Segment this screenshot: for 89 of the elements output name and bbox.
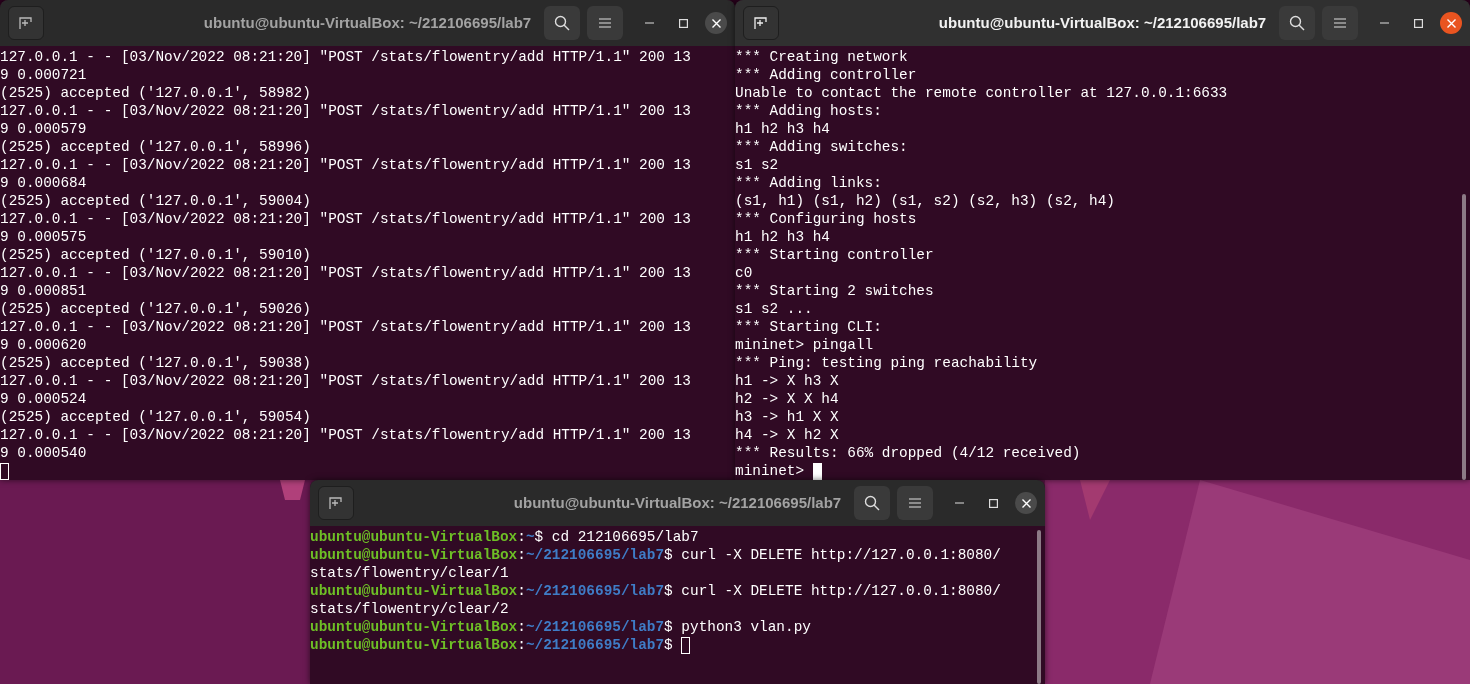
terminal-line: h3 -> h1 X X bbox=[735, 408, 839, 426]
terminal-line: Unable to contact the remote controller at 127.0.0.1:6633 bbox=[735, 84, 1228, 102]
new-tab-button[interactable] bbox=[8, 6, 44, 40]
terminal-line: *** Adding links: bbox=[735, 174, 882, 192]
terminal-line: *** Results: 66% dropped (4/12 received) bbox=[735, 444, 1081, 462]
terminal-line: (s1, h1) (s1, h2) (s1, s2) (s2, h3) (s2, h4) bbox=[735, 192, 1115, 210]
minimize-icon bbox=[644, 22, 654, 24]
terminal-line: 9 0.000575 bbox=[0, 228, 87, 246]
terminal-line: 127.0.0.1 - - [03/Nov/2022 08:21:20] "POST /stats/flowentry/add HTTP/1.1" 200 13 bbox=[0, 264, 691, 282]
terminal-line: (2525) accepted ('127.0.0.1', 59010) bbox=[0, 246, 311, 264]
prompt-line: ubuntu@ubuntu-VirtualBox:~/212106695/lab7$ curl -X DELETE http://127.0.0.1:8080/ bbox=[310, 546, 1001, 564]
maximize-icon bbox=[1413, 18, 1423, 28]
search-icon bbox=[1289, 15, 1305, 31]
terminal-line: *** Starting 2 switches bbox=[735, 282, 934, 300]
terminal-line: c0 bbox=[735, 264, 753, 282]
maximize-icon bbox=[988, 498, 998, 508]
terminal-line: h1 h2 h3 h4 bbox=[735, 228, 830, 246]
menu-button[interactable] bbox=[587, 6, 623, 40]
terminal-line: *** Adding controller bbox=[735, 66, 917, 84]
terminal-line: (2525) accepted ('127.0.0.1', 58996) bbox=[0, 138, 311, 156]
prompt-line: ubuntu@ubuntu-VirtualBox:~/212106695/lab7$ bbox=[310, 636, 674, 654]
window-title: ubuntu@ubuntu-VirtualBox: ~/212106695/lab7 bbox=[203, 13, 532, 33]
menu-button[interactable] bbox=[897, 486, 933, 520]
window-title: ubuntu@ubuntu-VirtualBox: ~/212106695/lab7 bbox=[513, 493, 842, 513]
minimize-icon bbox=[954, 502, 964, 504]
terminal-line: 127.0.0.1 - - [03/Nov/2022 08:21:20] "POST /stats/flowentry/add HTTP/1.1" 200 13 bbox=[0, 48, 691, 66]
prompt-line: ubuntu@ubuntu-VirtualBox:~/212106695/lab7$ curl -X DELETE http://127.0.0.1:8080/ bbox=[310, 582, 1001, 600]
close-icon bbox=[711, 18, 721, 28]
scrollbar[interactable] bbox=[1037, 530, 1041, 684]
minimize-icon bbox=[1379, 22, 1389, 24]
terminal-line: 9 0.000851 bbox=[0, 282, 87, 300]
menu-button[interactable] bbox=[1322, 6, 1358, 40]
new-tab-icon bbox=[19, 16, 33, 30]
terminal-line: s1 s2 bbox=[735, 156, 779, 174]
terminal-line: 127.0.0.1 - - [03/Nov/2022 08:21:20] "POST /stats/flowentry/add HTTP/1.1" 200 13 bbox=[0, 372, 691, 390]
window-title: ubuntu@ubuntu-VirtualBox: ~/212106695/lab7 bbox=[938, 13, 1267, 33]
terminal-line: *** Starting CLI: bbox=[735, 318, 882, 336]
terminal-line: 9 0.000524 bbox=[0, 390, 87, 408]
terminal-line: *** Adding switches: bbox=[735, 138, 908, 156]
close-icon bbox=[1021, 498, 1031, 508]
terminal-line: 9 0.000620 bbox=[0, 336, 87, 354]
terminal-line: mininet> bbox=[735, 462, 806, 480]
close-icon bbox=[1446, 18, 1456, 28]
search-icon bbox=[864, 495, 880, 511]
close-button[interactable] bbox=[1440, 12, 1462, 34]
terminal-line: (2525) accepted ('127.0.0.1', 59038) bbox=[0, 354, 311, 372]
terminal-line: 127.0.0.1 - - [03/Nov/2022 08:21:20] "POST /stats/flowentry/add HTTP/1.1" 200 13 bbox=[0, 210, 691, 228]
terminal-line: 9 0.000579 bbox=[0, 120, 87, 138]
search-button[interactable] bbox=[854, 486, 890, 520]
terminal-line: stats/flowentry/clear/2 bbox=[310, 600, 509, 618]
terminal-line: (2525) accepted ('127.0.0.1', 59026) bbox=[0, 300, 311, 318]
close-button[interactable] bbox=[705, 12, 727, 34]
menu-icon bbox=[599, 18, 611, 28]
new-tab-icon bbox=[329, 496, 343, 510]
search-button[interactable] bbox=[1279, 6, 1315, 40]
terminal-line: 9 0.000540 bbox=[0, 444, 87, 462]
menu-icon bbox=[909, 498, 921, 508]
terminal-line: 127.0.0.1 - - [03/Nov/2022 08:21:20] "POST /stats/flowentry/add HTTP/1.1" 200 13 bbox=[0, 318, 691, 336]
terminal-line: s1 s2 ... bbox=[735, 300, 813, 318]
terminal-line: stats/flowentry/clear/1 bbox=[310, 564, 509, 582]
terminal-line: h2 -> X X h4 bbox=[735, 390, 839, 408]
terminal-line: (2525) accepted ('127.0.0.1', 59054) bbox=[0, 408, 311, 426]
prompt-line: ubuntu@ubuntu-VirtualBox:~$ cd 212106695/lab7 bbox=[310, 528, 699, 546]
terminal-line: *** Starting controller bbox=[735, 246, 934, 264]
terminal-line: (2525) accepted ('127.0.0.1', 58982) bbox=[0, 84, 311, 102]
terminal-line: *** Configuring hosts bbox=[735, 210, 917, 228]
terminal-line: *** Creating network bbox=[735, 48, 908, 66]
terminal-line: h1 -> X h3 X bbox=[735, 372, 839, 390]
terminal-line: 127.0.0.1 - - [03/Nov/2022 08:21:20] "POST /stats/flowentry/add HTTP/1.1" 200 13 bbox=[0, 156, 691, 174]
maximize-icon bbox=[678, 18, 688, 28]
terminal-line: 9 0.000721 bbox=[0, 66, 87, 84]
new-tab-icon bbox=[754, 16, 768, 30]
terminal-line: h4 -> X h2 X bbox=[735, 426, 839, 444]
terminal-line: 127.0.0.1 - - [03/Nov/2022 08:21:20] "POST /stats/flowentry/add HTTP/1.1" 200 13 bbox=[0, 426, 691, 444]
new-tab-button[interactable] bbox=[743, 6, 779, 40]
search-button[interactable] bbox=[544, 6, 580, 40]
terminal-line: (2525) accepted ('127.0.0.1', 59004) bbox=[0, 192, 311, 210]
new-tab-button[interactable] bbox=[318, 486, 354, 520]
search-icon bbox=[554, 15, 570, 31]
terminal-line: 127.0.0.1 - - [03/Nov/2022 08:21:20] "POST /stats/flowentry/add HTTP/1.1" 200 13 bbox=[0, 102, 691, 120]
close-button[interactable] bbox=[1015, 492, 1037, 514]
terminal-line: 9 0.000684 bbox=[0, 174, 87, 192]
prompt-line: ubuntu@ubuntu-VirtualBox:~/212106695/lab7$ python3 vlan.py bbox=[310, 618, 811, 636]
terminal-line: *** Adding hosts: bbox=[735, 102, 882, 120]
scrollbar[interactable] bbox=[1462, 194, 1466, 480]
terminal-line: mininet> pingall bbox=[735, 336, 874, 354]
menu-icon bbox=[1334, 18, 1346, 28]
terminal-line: *** Ping: testing ping reachability bbox=[735, 354, 1038, 372]
terminal-line: h1 h2 h3 h4 bbox=[735, 120, 830, 138]
